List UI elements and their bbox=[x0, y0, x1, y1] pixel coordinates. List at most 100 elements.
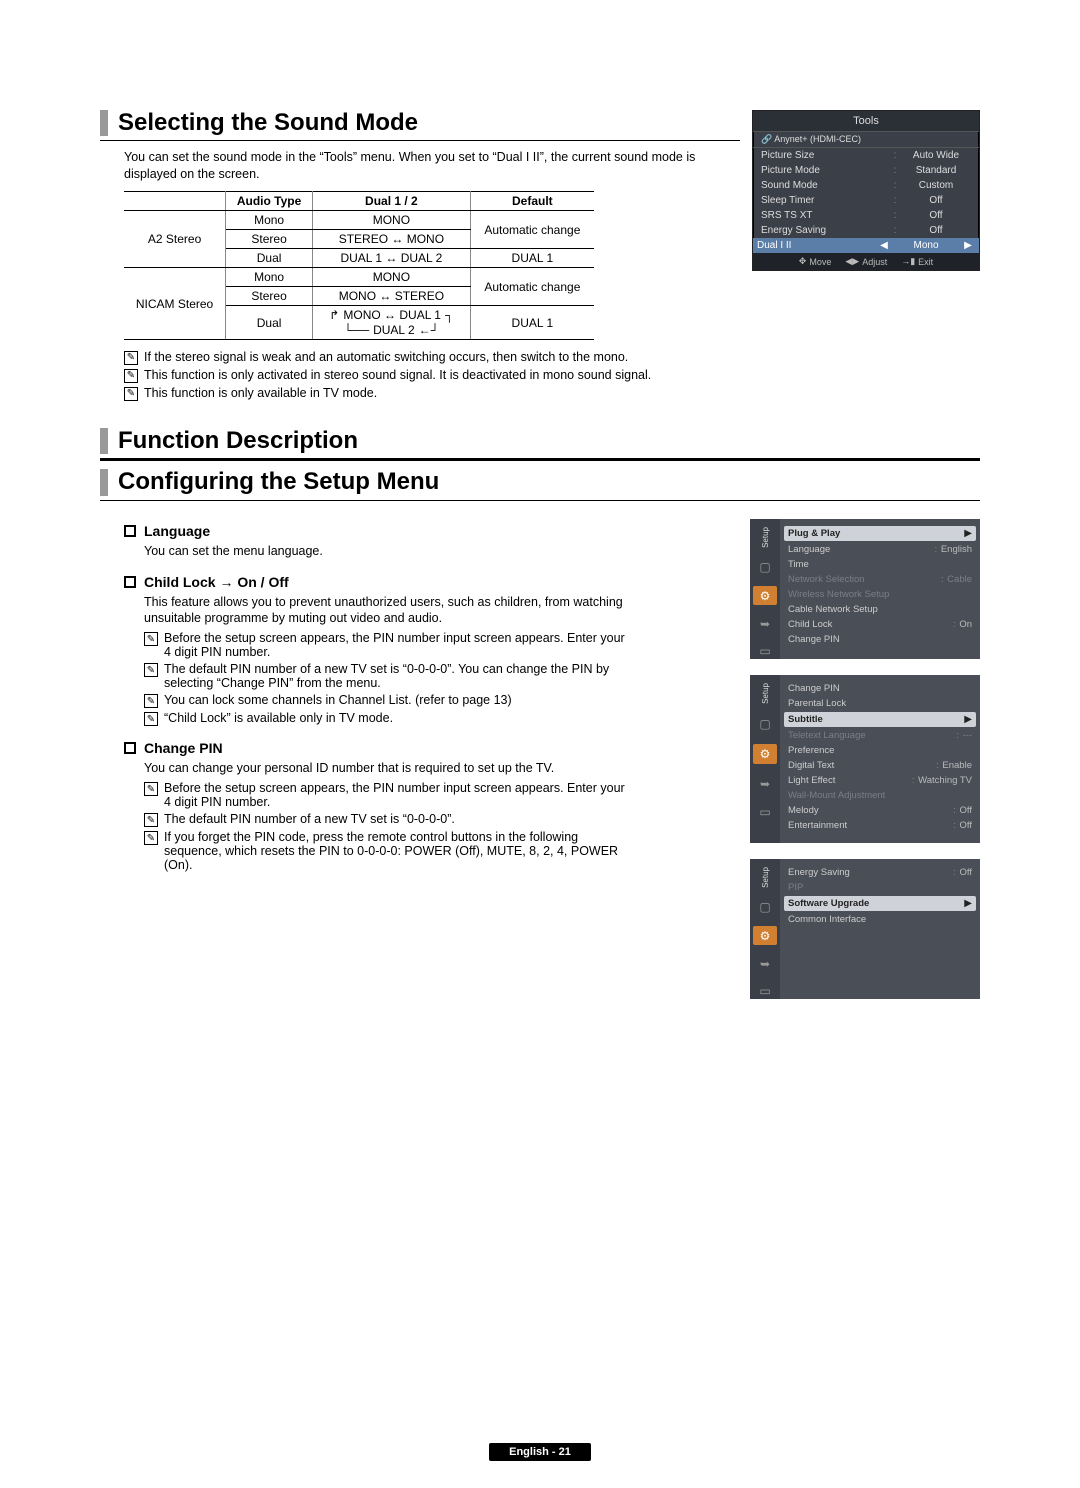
osd-anynet: Anynet+ (HDMI-CEC) bbox=[774, 134, 861, 144]
note-icon: ✎ bbox=[124, 351, 138, 365]
picture-tab-icon[interactable]: ▢ bbox=[757, 900, 773, 915]
changepin-desc: You can change your personal ID number t… bbox=[144, 760, 628, 777]
osd-row[interactable]: SRS TS XT:Off bbox=[753, 208, 979, 223]
td: STEREO ↔ MONO bbox=[313, 230, 471, 249]
setup-row[interactable]: Language:English bbox=[788, 542, 972, 557]
dual-line1: MONO ↔ DUAL 1 bbox=[343, 308, 441, 322]
setup-row[interactable]: Energy Saving:Off bbox=[788, 865, 972, 880]
setup-row-value: Cable bbox=[947, 574, 972, 585]
osd-row[interactable]: Picture Size:Auto Wide bbox=[753, 148, 979, 163]
th-audio-type: Audio Type bbox=[226, 192, 313, 211]
osd-row-value: Standard bbox=[901, 165, 971, 176]
setup-row-label: Energy Saving bbox=[788, 867, 950, 878]
osd-row-label: Sleep Timer bbox=[761, 195, 889, 206]
input-tab-icon[interactable]: ➥ bbox=[757, 776, 773, 792]
setup-panel: Setup ▢ ⚙ ➥ ▭ Change PINParental LockSub… bbox=[750, 675, 980, 843]
desc-sound-mode: You can set the sound mode in the “Tools… bbox=[124, 149, 740, 183]
setup-tab-label: Setup bbox=[761, 527, 770, 548]
setup-row[interactable]: Preference bbox=[788, 743, 972, 758]
osd-row[interactable]: Sleep Timer:Off bbox=[753, 193, 979, 208]
setup-row-label: PIP bbox=[788, 882, 972, 893]
dual-line2: DUAL 2 bbox=[373, 323, 415, 337]
app-tab-icon[interactable]: ▭ bbox=[757, 984, 773, 999]
osd-row-label: Sound Mode bbox=[761, 180, 889, 191]
setup-row-label: Change PIN bbox=[788, 683, 972, 694]
setup-row-label: Teletext Language bbox=[788, 730, 953, 741]
setup-row[interactable]: Entertainment:Off bbox=[788, 818, 972, 833]
input-tab-icon[interactable]: ➥ bbox=[757, 617, 773, 632]
setup-row-label: Child Lock bbox=[788, 619, 949, 630]
left-arrow-icon[interactable]: ◀ bbox=[877, 240, 891, 251]
setup-row[interactable]: Parental Lock bbox=[788, 696, 972, 711]
td: DUAL 1 bbox=[470, 249, 594, 268]
setup-tab-icon[interactable]: ⚙ bbox=[753, 744, 777, 764]
note-icon: ✎ bbox=[144, 712, 158, 726]
picture-tab-icon[interactable]: ▢ bbox=[757, 560, 773, 575]
sound-mode-table: Audio Type Dual 1 / 2 Default A2 Stereo … bbox=[124, 191, 594, 340]
note-icon: ✎ bbox=[124, 369, 138, 383]
setup-row[interactable]: Child Lock:On bbox=[788, 617, 972, 632]
osd-row-value: Off bbox=[901, 195, 971, 206]
setup-row[interactable]: Digital Text:Enable bbox=[788, 758, 972, 773]
note-icon: ✎ bbox=[144, 831, 158, 845]
osd-foot-exit: →▮ Exit bbox=[901, 256, 933, 267]
td-a2-mono-dual: MONO bbox=[313, 211, 471, 230]
setup-row[interactable]: Wall-Mount Adjustment bbox=[788, 788, 972, 803]
setup-row-value: Off bbox=[960, 820, 973, 831]
setup-row-value: --- bbox=[963, 730, 973, 741]
td: Stereo bbox=[226, 230, 313, 249]
setup-row-label: Cable Network Setup bbox=[788, 604, 972, 615]
td: DUAL 1 bbox=[470, 306, 594, 340]
setup-row[interactable]: Teletext Language:--- bbox=[788, 728, 972, 743]
osd-hl-label: Dual I II bbox=[757, 240, 877, 251]
setup-row[interactable]: Common Interface bbox=[788, 912, 972, 927]
setup-row[interactable]: Software Upgrade▶ bbox=[784, 896, 976, 911]
setup-row[interactable]: Light Effect:Watching TV bbox=[788, 773, 972, 788]
sound-notes: ✎If the stereo signal is weak and an aut… bbox=[124, 350, 740, 401]
setup-tab-icon[interactable]: ⚙ bbox=[753, 926, 777, 945]
osd-foot-adjust: ◀▶ Adjust bbox=[845, 256, 887, 267]
setup-row-label: Parental Lock bbox=[788, 698, 972, 709]
setup-row-label: Wall-Mount Adjustment bbox=[788, 790, 972, 801]
setup-row[interactable]: Wireless Network Setup bbox=[788, 587, 972, 602]
setup-row[interactable]: Melody:Off bbox=[788, 803, 972, 818]
app-tab-icon[interactable]: ▭ bbox=[757, 644, 773, 659]
td: Dual bbox=[226, 249, 313, 268]
note-text: This function is only available in TV mo… bbox=[144, 386, 377, 400]
setup-row-value: Enable bbox=[942, 760, 972, 771]
osd-row[interactable]: Picture Mode:Standard bbox=[753, 163, 979, 178]
setup-row-label: Time bbox=[788, 559, 972, 570]
tools-osd: Tools 🔗 Anynet+ (HDMI-CEC) Picture Size:… bbox=[752, 110, 980, 271]
osd-highlight-row[interactable]: Dual I II ◀ Mono ▶ bbox=[753, 238, 979, 253]
td-a2-mono-type: Mono bbox=[226, 211, 313, 230]
setup-tab-column: Setup ▢ ⚙ ➥ ▭ bbox=[750, 519, 780, 659]
osd-row-label: Energy Saving bbox=[761, 225, 889, 236]
chevron-right-icon: ▶ bbox=[964, 528, 972, 539]
app-tab-icon[interactable]: ▭ bbox=[757, 804, 773, 820]
subhead-language: Language bbox=[124, 523, 628, 539]
osd-row[interactable]: Energy Saving:Off bbox=[753, 223, 979, 238]
setup-row[interactable]: Change PIN bbox=[788, 681, 972, 696]
setup-tab-icon[interactable]: ⚙ bbox=[753, 586, 777, 605]
osd-row-label: Picture Size bbox=[761, 150, 889, 161]
td-nicam-dual-dual: ↱MONO ↔ DUAL 1┐ └──DUAL 2←┘ bbox=[313, 306, 471, 340]
setup-row[interactable]: PIP bbox=[788, 880, 972, 895]
note-icon: ✎ bbox=[144, 694, 158, 708]
osd-row-value: Off bbox=[901, 225, 971, 236]
setup-row[interactable]: Time bbox=[788, 557, 972, 572]
setup-tab-column: Setup ▢ ⚙ ➥ ▭ bbox=[750, 859, 780, 999]
setup-row-label: Wireless Network Setup bbox=[788, 589, 972, 600]
osd-row[interactable]: Sound Mode:Custom bbox=[753, 178, 979, 193]
setup-row[interactable]: Cable Network Setup bbox=[788, 602, 972, 617]
input-tab-icon[interactable]: ➥ bbox=[757, 957, 773, 972]
right-arrow-icon[interactable]: ▶ bbox=[961, 240, 975, 251]
th-dual: Dual 1 / 2 bbox=[313, 192, 471, 211]
picture-tab-icon[interactable]: ▢ bbox=[757, 716, 773, 732]
setup-row[interactable]: Network Selection:Cable bbox=[788, 572, 972, 587]
setup-row[interactable]: Subtitle▶ bbox=[784, 712, 976, 727]
setup-row[interactable]: Plug & Play▶ bbox=[784, 526, 976, 541]
td: MONO ↔ STEREO bbox=[313, 287, 471, 306]
setup-row[interactable]: Change PIN bbox=[788, 632, 972, 647]
note-text: If you forget the PIN code, press the re… bbox=[164, 830, 628, 872]
setup-row-label: Software Upgrade bbox=[788, 898, 964, 909]
